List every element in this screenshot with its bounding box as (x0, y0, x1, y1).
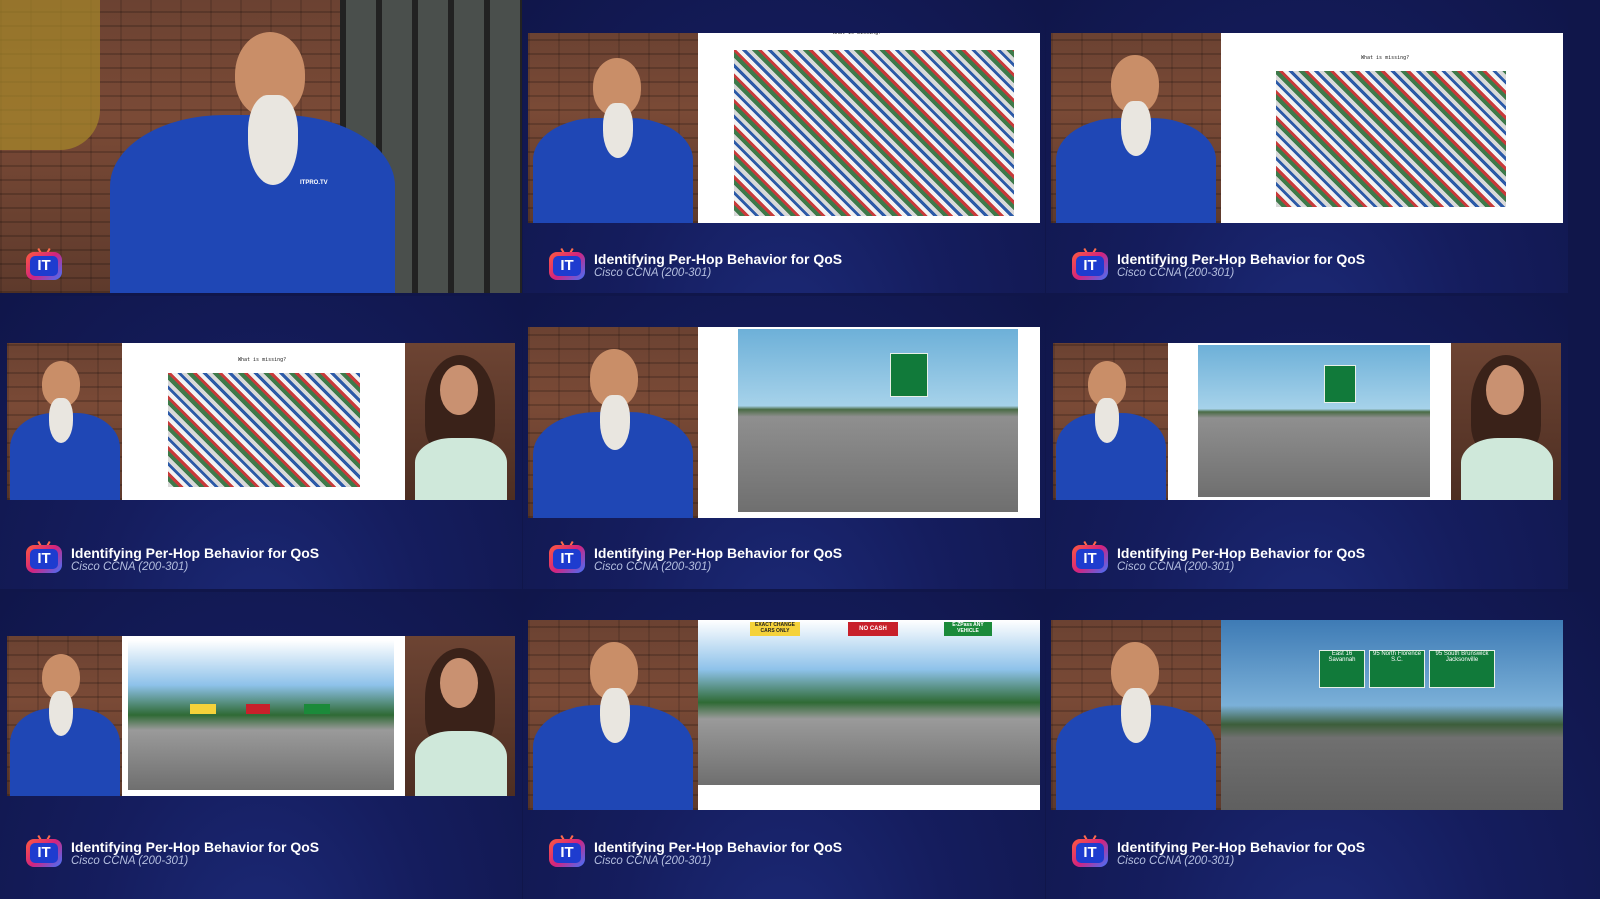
highway-photo (738, 329, 1018, 512)
toll-sign-no-cash (246, 704, 270, 714)
highway-sign (1324, 365, 1356, 403)
overpass-sign-east: East 16 Savannah (1319, 650, 1365, 688)
presenter-video (1051, 33, 1221, 223)
highway-sign (890, 353, 928, 397)
itprotv-logo-icon: IT (26, 540, 62, 573)
toll-sign-ezpass: E-ZPass ANY VEHICLE (944, 622, 992, 636)
presenter-video (528, 327, 698, 518)
presenter-video (1053, 343, 1168, 500)
course-subtitle: Cisco CCNA (200-301) (594, 267, 712, 279)
toll-plaza-photo: EXACT CHANGE CARS ONLY NO CASH E-ZPass A… (698, 620, 1040, 785)
slide-question: What is missing? (1361, 55, 1410, 61)
traffic-jam-photo (168, 373, 360, 487)
presenter-video (7, 636, 122, 796)
video-title: Identifying Per-Hop Behavior for QoS (71, 545, 320, 561)
toll-sign-exact-change: EXACT CHANGE CARS ONLY (750, 622, 800, 636)
itprotv-logo-icon: IT (26, 834, 62, 867)
toll-sign-exact-change (190, 704, 216, 714)
thumbnail-6[interactable]: IT Identifying Per-Hop Behavior for QoS … (1046, 296, 1568, 589)
presenter-video (1051, 620, 1221, 810)
video-title: Identifying Per-Hop Behavior for QoS (594, 839, 843, 855)
slide-panel: East 16 Savannah 95 North Florence S.C. … (1221, 620, 1563, 810)
thumbnail-3[interactable]: What is missing? IT Identifying Per-Hop … (1046, 0, 1568, 293)
overpass-sign-north: 95 North Florence S.C. (1369, 650, 1425, 688)
shirt-logo: ITPRO.TV (300, 180, 328, 186)
toll-plaza-photo (128, 640, 394, 790)
thumbnail-2[interactable]: What is missing? IT Identifying Per-Hop … (523, 0, 1045, 293)
slide-panel: What is missing? (122, 343, 405, 500)
itprotv-logo-icon: IT (1072, 540, 1108, 573)
cohost-video (405, 343, 515, 500)
slide-panel: EXACT CHANGE CARS ONLY NO CASH E-ZPass A… (698, 620, 1040, 810)
course-subtitle: Cisco CCNA (200-301) (71, 855, 189, 867)
highway-photo (1198, 345, 1430, 497)
slide-panel (1168, 343, 1451, 500)
traffic-jam-photo (734, 50, 1014, 216)
cohost-video (405, 636, 515, 796)
video-title: Identifying Per-Hop Behavior for QoS (594, 545, 843, 561)
toll-sign-ezpass (304, 704, 330, 714)
video-title: Identifying Per-Hop Behavior for QoS (71, 839, 320, 855)
itprotv-logo-icon: IT (549, 247, 585, 280)
course-subtitle: Cisco CCNA (200-301) (594, 855, 712, 867)
video-title: Identifying Per-Hop Behavior for QoS (594, 251, 843, 267)
overpass-photo: East 16 Savannah 95 North Florence S.C. … (1221, 620, 1563, 810)
thumbnail-5[interactable]: IT Identifying Per-Hop Behavior for QoS … (523, 296, 1045, 589)
thumbnail-9[interactable]: East 16 Savannah 95 North Florence S.C. … (1046, 592, 1600, 899)
itprotv-logo-icon: IT (549, 834, 585, 867)
itprotv-logo-icon: IT (26, 247, 62, 280)
thumbnail-4[interactable]: What is missing? IT Identifying Per-Hop … (0, 296, 522, 589)
course-subtitle: Cisco CCNA (200-301) (71, 561, 189, 573)
slide-question: What is missing? (238, 357, 287, 363)
traffic-jam-photo (1276, 71, 1506, 207)
slide-panel: What is missing? (698, 33, 1040, 223)
video-title: Identifying Per-Hop Behavior for QoS (1117, 839, 1366, 855)
presenter-video (528, 620, 698, 810)
video-title: Identifying Per-Hop Behavior for QoS (1117, 545, 1366, 561)
course-subtitle: Cisco CCNA (200-301) (1117, 561, 1235, 573)
thumbnail-8[interactable]: EXACT CHANGE CARS ONLY NO CASH E-ZPass A… (523, 592, 1045, 899)
slide-panel (698, 327, 1040, 518)
slide-panel: What is missing? (1221, 33, 1563, 223)
course-subtitle: Cisco CCNA (200-301) (1117, 855, 1235, 867)
overpass-sign-south: 95 South Brunswick Jacksonville (1429, 650, 1495, 688)
presenter-video: ITPRO.TV (0, 0, 522, 293)
thumbnail-7[interactable]: IT Identifying Per-Hop Behavior for QoS … (0, 592, 522, 899)
slide-panel (122, 636, 405, 796)
video-title: Identifying Per-Hop Behavior for QoS (1117, 251, 1366, 267)
course-subtitle: Cisco CCNA (200-301) (1117, 267, 1235, 279)
thumbnail-1[interactable]: ITPRO.TV IT (0, 0, 522, 293)
itprotv-logo-icon: IT (1072, 247, 1108, 280)
slide-question: What is missing? (833, 33, 882, 36)
itprotv-logo-icon: IT (549, 540, 585, 573)
pipe-decor (0, 0, 100, 150)
presenter-video (528, 33, 698, 223)
presenter-video (7, 343, 122, 500)
cohost-video (1451, 343, 1561, 500)
toll-sign-no-cash: NO CASH (848, 622, 898, 636)
course-subtitle: Cisco CCNA (200-301) (594, 561, 712, 573)
itprotv-logo-icon: IT (1072, 834, 1108, 867)
